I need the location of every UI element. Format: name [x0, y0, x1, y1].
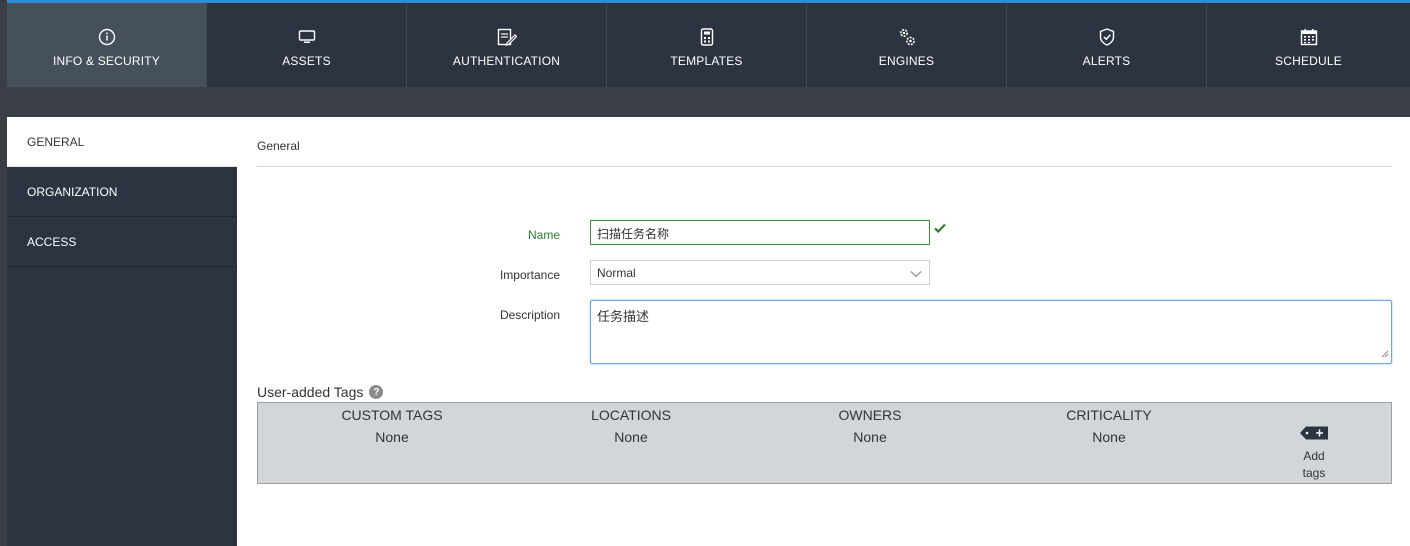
tab-label: ENGINES [878, 54, 935, 68]
tag-column-header: CUSTOM TAGS [341, 407, 443, 423]
importance-value: Normal [597, 265, 636, 280]
description-label: Description [499, 308, 560, 322]
tab-label: INFO & SECURITY [52, 54, 160, 68]
name-label: Name [527, 228, 560, 242]
tab-schedule[interactable]: SCHEDULE [1207, 3, 1410, 87]
tag-column-header: CRITICALITY [1066, 407, 1152, 423]
calendar-icon [1300, 27, 1318, 47]
importance-select[interactable]: Normal [590, 260, 930, 285]
general-panel: General Name 扫描任务名称 Importance Normal De… [257, 117, 1392, 546]
tag-column-locations: LOCATIONS None [531, 407, 731, 445]
calculator-icon [700, 27, 714, 47]
tag-column-custom: CUSTOM TAGS None [292, 407, 492, 445]
tab-info-security[interactable]: INFO & SECURITY [7, 3, 207, 96]
tag-column-criticality: CRITICALITY None [1009, 407, 1209, 445]
sidebar-item-access[interactable]: ACCESS [7, 217, 237, 267]
help-icon[interactable]: ? [369, 385, 384, 399]
add-tags-label-1: Add [1303, 449, 1325, 463]
name-field[interactable]: 扫描任务名称 [590, 220, 930, 245]
tag-column-value: None [853, 429, 887, 445]
sidebar-item-general[interactable]: GENERAL [7, 117, 237, 167]
page-edge [0, 0, 7, 546]
gears-icon [898, 27, 916, 47]
tags-panel: CUSTOM TAGS None LOCATIONS None OWNERS N… [257, 402, 1392, 484]
sidebar: GENERAL ORGANIZATION ACCESS [7, 117, 237, 546]
add-tag-icon [1288, 425, 1340, 446]
nav-subbar [7, 87, 1410, 117]
tab-engines[interactable]: ENGINES [807, 3, 1007, 87]
sidebar-item-label: GENERAL [27, 134, 85, 149]
monitor-icon [298, 27, 316, 47]
tab-alerts[interactable]: ALERTS [1007, 3, 1207, 87]
info-circle-icon [98, 27, 116, 47]
tag-column-owners: OWNERS None [770, 407, 970, 445]
tab-assets[interactable]: ASSETS [207, 3, 407, 87]
tab-label: TEMPLATES [670, 54, 743, 68]
sidebar-item-label: ORGANIZATION [27, 184, 118, 199]
tab-label: ALERTS [1082, 54, 1131, 68]
user-tags-heading: User-added Tags ? [257, 384, 384, 400]
section-divider [257, 166, 1392, 167]
add-tags-label-2: tags [1302, 466, 1326, 480]
tag-column-header: LOCATIONS [591, 407, 671, 423]
top-nav: INFO & SECURITY ASSETS AUTHENTICATION TE… [7, 0, 1410, 96]
section-title: General [257, 139, 300, 153]
edit-document-icon [497, 27, 517, 47]
tag-column-value: None [375, 429, 409, 445]
chevron-down-icon [910, 267, 922, 281]
tag-column-value: None [1092, 429, 1126, 445]
tab-templates[interactable]: TEMPLATES [607, 3, 807, 87]
tag-column-header: OWNERS [838, 407, 902, 423]
user-tags-title: User-added Tags [257, 384, 364, 400]
description-value: 任务描述 [597, 309, 650, 324]
tab-label: AUTHENTICATION [452, 54, 561, 68]
sidebar-item-label: ACCESS [27, 234, 77, 249]
shield-check-icon [1099, 27, 1115, 47]
importance-label: Importance [499, 268, 560, 282]
tab-label: SCHEDULE [1275, 54, 1342, 68]
tag-column-value: None [614, 429, 648, 445]
tab-authentication[interactable]: AUTHENTICATION [407, 3, 607, 87]
add-tags-button[interactable]: Add tags [1288, 425, 1340, 482]
description-textarea[interactable]: 任务描述 [590, 300, 1392, 364]
sidebar-item-organization[interactable]: ORGANIZATION [7, 167, 237, 217]
resize-grip-icon[interactable] [1381, 346, 1389, 361]
valid-check-icon [934, 221, 946, 237]
tab-label: ASSETS [282, 54, 331, 68]
